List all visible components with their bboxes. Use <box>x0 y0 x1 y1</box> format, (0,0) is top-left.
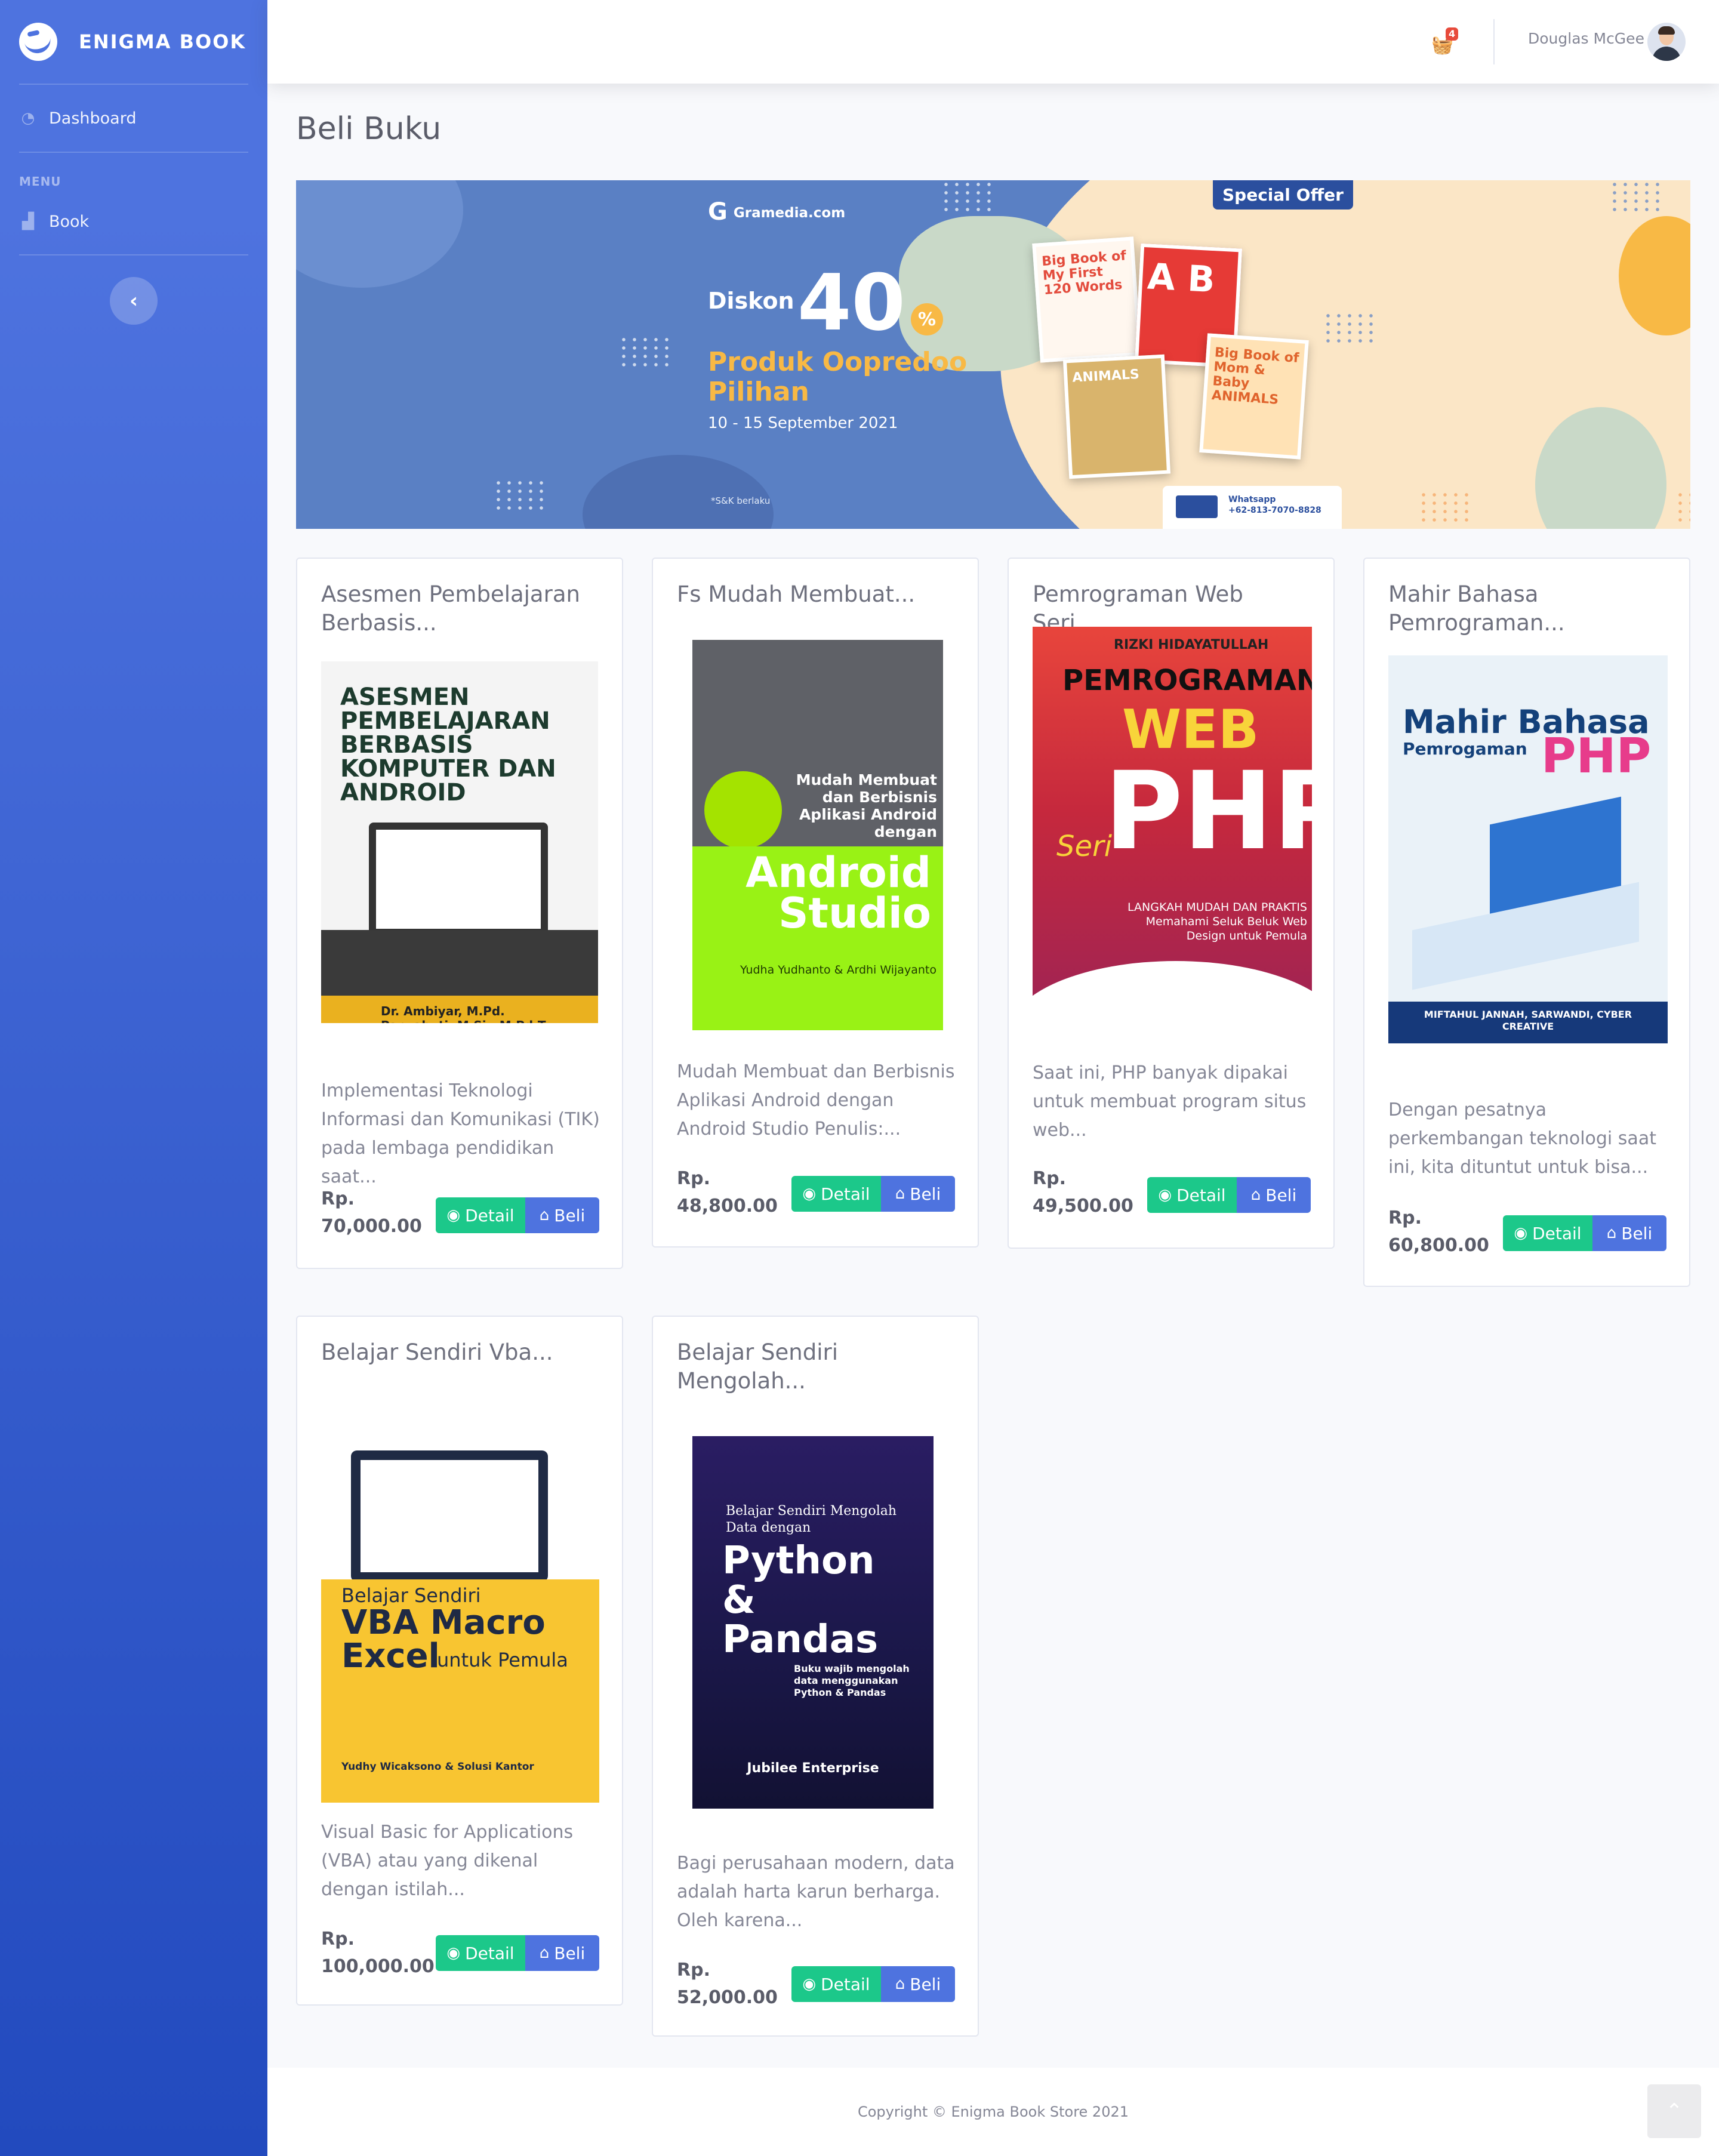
eye-icon: ◉ <box>802 1975 817 1993</box>
banner-terms: *S&K berlaku <box>711 495 771 506</box>
book-title[interactable]: Mahir Bahasa Pemrograman... <box>1388 580 1669 637</box>
book-title[interactable]: Belajar Sendiri Mengolah... <box>677 1338 957 1396</box>
brand-logo-icon <box>19 23 57 61</box>
book-price: Rp. 100,000.00 <box>321 1929 435 1977</box>
shopping-basket-icon: ⌂ <box>539 1206 550 1224</box>
buy-button[interactable]: ⌂ Beli <box>881 1176 955 1212</box>
book-card: Fs Mudah Membuat... Mudah Membuat dan Be… <box>652 558 979 1248</box>
buy-button[interactable]: ⌂ Beli <box>1592 1215 1666 1251</box>
cart-count-badge: 4 <box>1446 27 1459 41</box>
page-title: Beli Buku <box>296 111 442 147</box>
banner-whatsapp: Whatsapp +62-813-7070-8828 <box>1163 486 1342 529</box>
gramedia-logo: G Gramedia.com <box>708 198 846 226</box>
buy-button[interactable]: ⌂ Beli <box>1237 1177 1311 1213</box>
book-actions: ◉ Detail ⌂ Beli <box>791 1966 955 2002</box>
book-description: Implementasi Teknologi Informasi dan Kom… <box>321 1080 600 1187</box>
buy-button[interactable]: ⌂ Beli <box>525 1197 599 1233</box>
banner-book-cover: Big Book of My First 120 Words <box>1032 236 1142 363</box>
book-actions: ◉ Detail ⌂ Beli <box>1147 1177 1311 1213</box>
topbar-divider <box>1493 19 1495 64</box>
eye-icon: ◉ <box>446 1944 461 1962</box>
shopping-basket-icon: ⌂ <box>895 1975 905 1993</box>
avatar[interactable] <box>1647 23 1686 61</box>
book-actions: ◉ Detail ⌂ Beli <box>436 1197 599 1233</box>
book-card: Asesmen Pembelajaran Berbasis... ASESMEN… <box>296 558 623 1269</box>
buy-button[interactable]: ⌂ Beli <box>525 1935 599 1971</box>
book-cover: Belajar Sendiri Mengolah Data dengan Pyt… <box>692 1436 934 1809</box>
detail-button[interactable]: ◉ Detail <box>1147 1177 1237 1213</box>
book-card: Mahir Bahasa Pemrograman... Mahir Bahasa… <box>1363 558 1690 1287</box>
banner-book-cover: ANIMALS <box>1062 354 1171 479</box>
banner-discount-number: 40 <box>797 257 905 348</box>
book-actions: ◉ Detail ⌂ Beli <box>436 1935 599 1971</box>
book-cover: Mudah Membuat dan Berbisnis Aplikasi And… <box>692 640 943 1030</box>
shopping-basket-icon: ⌂ <box>895 1185 905 1203</box>
tachometer-icon: ◔ <box>21 109 35 127</box>
special-offer-tag: Special Offer <box>1213 180 1353 210</box>
eye-icon: ◉ <box>1514 1224 1528 1242</box>
sidebar-item-label: Dashboard <box>49 109 137 128</box>
detail-button[interactable]: ◉ Detail <box>436 1935 525 1971</box>
user-name[interactable]: Douglas McGee <box>1528 30 1644 47</box>
book-description: Visual Basic for Applications (VBA) atau… <box>321 1822 574 1900</box>
book-card: Pemrograman Web Seri... RIZKI HIDAYATULL… <box>1008 558 1335 1249</box>
banner-discount-word: Diskon <box>708 288 794 314</box>
book-cover: Belajar Sendiri VBA Macro Excel untuk Pe… <box>321 1391 599 1803</box>
book-title[interactable]: Fs Mudah Membuat... <box>677 580 957 609</box>
banner-dates: 10 - 15 September 2021 <box>708 414 898 432</box>
banner-percent-badge: % <box>911 303 943 335</box>
sidebar-item-dashboard[interactable]: ◔ Dashboard <box>0 85 267 152</box>
detail-button[interactable]: ◉ Detail <box>791 1966 881 2002</box>
detail-button[interactable]: ◉ Detail <box>791 1176 881 1212</box>
book-cover: ASESMEN PEMBELAJARAN BERBASIS KOMPUTER D… <box>321 661 598 1023</box>
brand-link[interactable]: ENIGMA BOOK <box>0 0 267 84</box>
shopping-basket-icon: ⌂ <box>1250 1186 1261 1204</box>
footer: Copyright © Enigma Book Store 2021 <box>267 2068 1719 2156</box>
eye-icon: ◉ <box>802 1185 817 1203</box>
sidebar-heading: MENU <box>19 174 61 189</box>
book-actions: ◉ Detail ⌂ Beli <box>1503 1215 1666 1251</box>
sidebar: ENIGMA BOOK ◔ Dashboard MENU ▟ Book ‹ <box>0 0 267 2156</box>
book-card: Belajar Sendiri Vba... Belajar Sendiri V… <box>296 1316 623 2006</box>
shopping-basket-icon: ⌂ <box>539 1944 550 1962</box>
book-cover: Mahir Bahasa Pemrogaman PHP MIFTAHUL JAN… <box>1388 655 1668 1043</box>
book-description: Saat ini, PHP banyak dipakai untuk membu… <box>1033 1062 1307 1141</box>
banner-product: Produk Oopredoo Pilihan <box>708 347 968 407</box>
topbar: 🧺 4 Douglas McGee <box>267 0 1719 84</box>
book-price: Rp. 70,000.00 <box>321 1188 422 1237</box>
eye-icon: ◉ <box>1158 1186 1172 1204</box>
book-price: Rp. 60,800.00 <box>1388 1208 1489 1256</box>
scroll-to-top-button[interactable]: ⌃ <box>1647 2084 1701 2138</box>
brand-name: ENIGMA BOOK <box>79 30 247 53</box>
book-price: Rp. 48,800.00 <box>677 1168 778 1216</box>
buy-button[interactable]: ⌂ Beli <box>881 1966 955 2002</box>
book-description: Bagi perusahaan modern, data adalah hart… <box>677 1853 955 1931</box>
sidebar-divider <box>19 254 248 255</box>
detail-button[interactable]: ◉ Detail <box>436 1197 525 1233</box>
book-title[interactable]: Asesmen Pembelajaran Berbasis... <box>321 580 602 637</box>
book-price: Rp. 52,000.00 <box>677 1960 778 2008</box>
promo-banner[interactable]: G Gramedia.com Diskon 40 % Produk Oopredo… <box>296 180 1690 529</box>
book-cover: RIZKI HIDAYATULLAH PEMROGRAMAN WEB PHP S… <box>1033 627 1312 1043</box>
book-card: Belajar Sendiri Mengolah... Belajar Send… <box>652 1316 979 2037</box>
chart-area-icon: ▟ <box>22 212 34 230</box>
sidebar-item-book[interactable]: ▟ Book <box>0 195 267 248</box>
eye-icon: ◉ <box>446 1206 461 1224</box>
book-actions: ◉ Detail ⌂ Beli <box>791 1176 955 1212</box>
detail-button[interactable]: ◉ Detail <box>1503 1215 1592 1251</box>
shopping-basket-icon: ⌂ <box>1606 1224 1617 1242</box>
book-description: Dengan pesatnya perkembangan teknologi s… <box>1388 1099 1656 1178</box>
chevron-left-icon: ‹ <box>129 289 138 313</box>
sidebar-item-label: Book <box>49 212 90 231</box>
sidebar-toggle-button[interactable]: ‹ <box>110 277 158 325</box>
book-price: Rp. 49,500.00 <box>1033 1168 1133 1216</box>
copyright-text: Copyright © Enigma Book Store 2021 <box>857 2103 1129 2120</box>
book-description: Mudah Membuat dan Berbisnis Aplikasi And… <box>677 1061 955 1139</box>
chevron-up-icon: ⌃ <box>1665 2099 1683 2123</box>
cart-button[interactable]: 🧺 4 <box>1431 27 1465 56</box>
book-title[interactable]: Belajar Sendiri Vba... <box>321 1338 602 1367</box>
banner-book-cover: Big Book of Mom & Baby ANIMALS <box>1199 333 1309 460</box>
